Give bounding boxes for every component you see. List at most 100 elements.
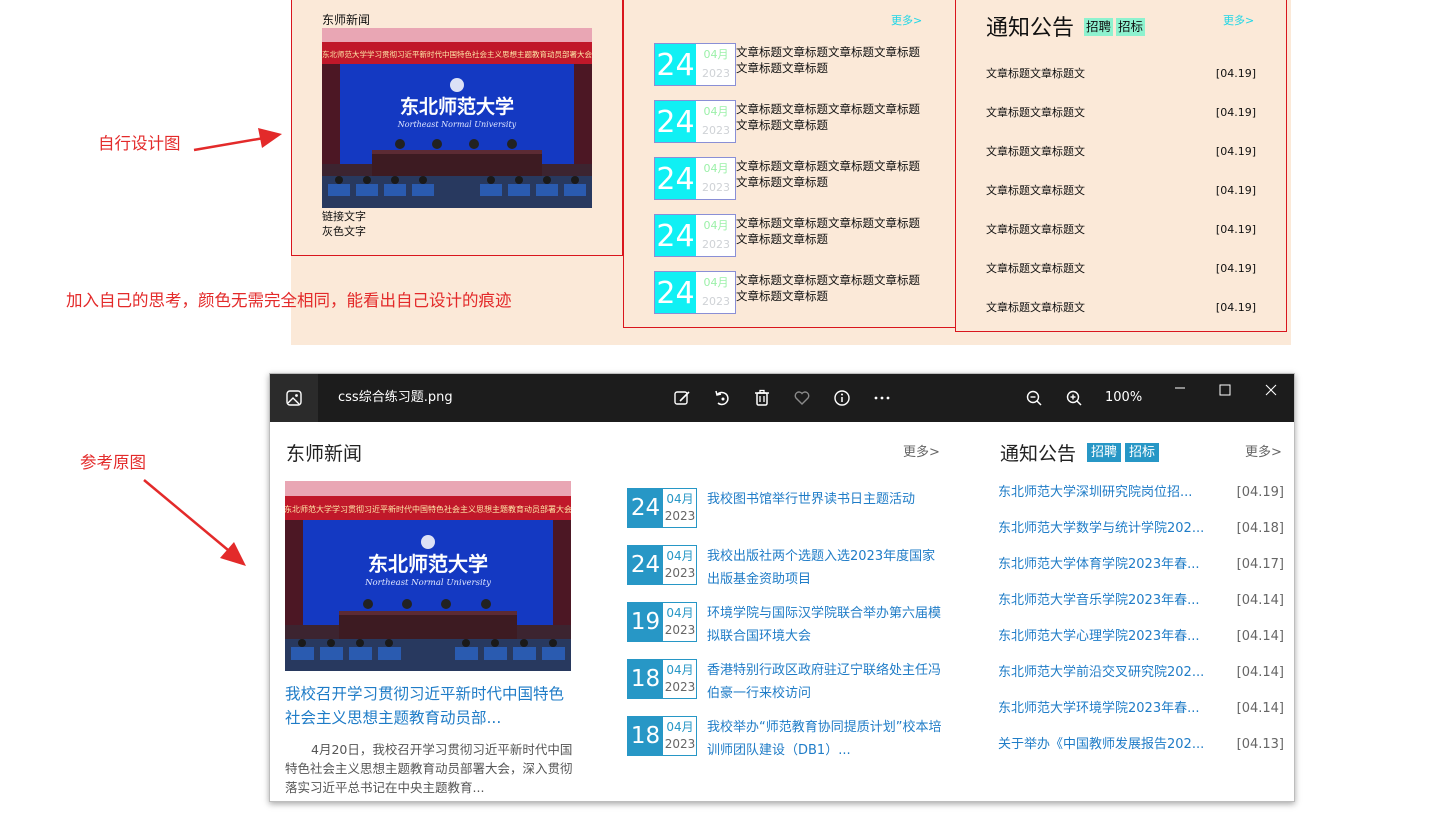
date-month: 04月 (666, 549, 694, 563)
design-notice-more-link[interactable]: 更多> (1223, 12, 1254, 28)
notice-title-link[interactable]: 东北师范大学前沿交叉研究院202... (998, 663, 1220, 683)
article-item[interactable]: 18 04月 2023 我校举办“师范教育协同提质计划”校本培训师团队建设（DB… (627, 716, 957, 758)
trash-icon (755, 389, 769, 406)
notice-row[interactable]: 东北师范大学心理学院2023年春... [04.14] (998, 627, 1284, 647)
design-date-box: 24 04月 2023 (654, 43, 736, 86)
date-box: 18 04月 2023 (627, 716, 697, 756)
article-item[interactable]: 24 04月 2023 我校图书馆举行世界读书日主题活动 (627, 488, 957, 530)
info-button[interactable] (830, 386, 854, 410)
notice-title-link[interactable]: 东北师范大学体育学院2023年春... (998, 555, 1220, 575)
notice-title-link[interactable]: 东北师范大学数学与统计学院202... (998, 519, 1220, 539)
design-article-title[interactable]: 文章标题文章标题文章标题文章标题文章标题文章标题 (736, 215, 926, 247)
notice-row[interactable]: 东北师范大学前沿交叉研究院202... [04.14] (998, 663, 1284, 683)
article-item[interactable]: 24 04月 2023 我校出版社两个选题入选2023年度国家出版基金资助项目 (627, 545, 957, 587)
design-notice-title-text[interactable]: 文章标题文章标题文 (986, 184, 1085, 197)
notice-row[interactable]: 东北师范大学环境学院2023年春... [04.14] (998, 699, 1284, 719)
edit-image-icon (674, 391, 690, 405)
news-section-title: 东师新闻 (286, 443, 363, 465)
design-article-item[interactable]: 24 04月 2023 文章标题文章标题文章标题文章标题文章标题文章标题 (654, 157, 954, 201)
date-year: 2023 (664, 623, 696, 637)
design-date-year: 2023 (702, 295, 730, 308)
design-date-month: 04月 (703, 48, 729, 61)
design-date-month: 04月 (703, 219, 729, 232)
maximize-button[interactable] (1213, 378, 1237, 402)
design-article-title[interactable]: 文章标题文章标题文章标题文章标题文章标题文章标题 (736, 44, 926, 76)
design-article-title[interactable]: 文章标题文章标题文章标题文章标题文章标题文章标题 (736, 158, 926, 190)
design-article-item[interactable]: 24 04月 2023 文章标题文章标题文章标题文章标题文章标题文章标题 (654, 214, 954, 258)
design-notice-date: [04.19] (1215, 262, 1256, 275)
article-item[interactable]: 18 04月 2023 香港特别行政区政府驻辽宁联络处主任冯伯豪一行来校访问 (627, 659, 957, 701)
article-title-link[interactable]: 环境学院与国际汉学院联合举办第六届模拟联合国环境大会 (707, 602, 947, 648)
photo-banner-text: 东北师范大学学习贯彻习近平新时代中国特色社会主义思想主题教育动员部署大会 (322, 49, 592, 59)
delete-button[interactable] (750, 386, 774, 410)
favorite-button[interactable] (790, 386, 814, 410)
design-link-text[interactable]: 链接文字 (322, 209, 366, 224)
design-tag-tender[interactable]: 招标 (1116, 18, 1146, 36)
design-date-day: 24 (655, 158, 696, 199)
date-day: 18 (628, 717, 663, 755)
notice-row[interactable]: 东北师范大学音乐学院2023年春... [04.14] (998, 591, 1284, 611)
gallery-icon (286, 390, 302, 406)
design-notice-row[interactable]: 文章标题文章标题文 [04.19] (986, 261, 1256, 277)
notice-title-link[interactable]: 东北师范大学深圳研究院岗位招... (998, 483, 1220, 503)
design-article-title[interactable]: 文章标题文章标题文章标题文章标题文章标题文章标题 (736, 101, 926, 133)
viewer-gallery-button[interactable] (270, 374, 318, 422)
article-title-link[interactable]: 我校举办“师范教育协同提质计划”校本培训师团队建设（DB1）... (707, 716, 947, 762)
notice-row[interactable]: 东北师范大学体育学院2023年春... [04.17] (998, 555, 1284, 575)
tag-recruit[interactable]: 招聘 (1087, 443, 1122, 462)
zoom-level[interactable]: 100% (1105, 390, 1142, 406)
date-month: 04月 (666, 492, 694, 506)
article-item[interactable]: 19 04月 2023 环境学院与国际汉学院联合举办第六届模拟联合国环境大会 (627, 602, 957, 644)
zoom-in-button[interactable] (1062, 386, 1086, 410)
rotate-button[interactable] (710, 386, 734, 410)
design-date-month: 04月 (703, 276, 729, 289)
notice-row[interactable]: 关于举办《中国教师发展报告202... [04.13] (998, 735, 1284, 755)
edit-image-button[interactable] (670, 386, 694, 410)
news-photo[interactable]: 东北师范大学学习贯彻习近平新时代中国特色社会主义思想主题教育动员部署大会 东北师… (285, 481, 571, 671)
notice-row[interactable]: 东北师范大学数学与统计学院202... [04.18] (998, 519, 1284, 539)
design-date-year: 2023 (702, 181, 730, 194)
design-notice-title-text[interactable]: 文章标题文章标题文 (986, 106, 1085, 119)
design-notice-row[interactable]: 文章标题文章标题文 [04.19] (986, 222, 1256, 238)
notice-title-link[interactable]: 东北师范大学音乐学院2023年春... (998, 591, 1220, 611)
tag-tender[interactable]: 招标 (1125, 443, 1160, 462)
design-notice-row[interactable]: 文章标题文章标题文 [04.19] (986, 105, 1256, 121)
design-article-item[interactable]: 24 04月 2023 文章标题文章标题文章标题文章标题文章标题文章标题 (654, 43, 954, 87)
close-button[interactable] (1259, 378, 1283, 402)
design-notice-title-text[interactable]: 文章标题文章标题文 (986, 67, 1085, 80)
news-headline-link[interactable]: 我校召开学习贯彻习近平新时代中国特色社会主义思想主题教育动员部... (285, 682, 575, 730)
article-title-link[interactable]: 我校图书馆举行世界读书日主题活动 (707, 488, 947, 511)
design-articles-more-link[interactable]: 更多> (891, 12, 922, 28)
design-article-item[interactable]: 24 04月 2023 文章标题文章标题文章标题文章标题文章标题文章标题 (654, 100, 954, 144)
design-notice-date: [04.19] (1215, 301, 1256, 314)
design-notice-row[interactable]: 文章标题文章标题文 [04.19] (986, 66, 1256, 82)
news-more-link[interactable]: 更多> (903, 445, 940, 461)
design-notice-title-text[interactable]: 文章标题文章标题文 (986, 145, 1085, 158)
design-notice-title-text[interactable]: 文章标题文章标题文 (986, 223, 1085, 236)
photo-school-en: Northeast Normal University (397, 120, 517, 129)
design-notice-title-text[interactable]: 文章标题文章标题文 (986, 301, 1085, 314)
design-notice-row[interactable]: 文章标题文章标题文 [04.19] (986, 183, 1256, 199)
news-summary: 4月20日，我校召开学习贯彻习近平新时代中国特色社会主义思想主题教育动员部署大会… (285, 742, 573, 795)
design-date-box: 24 04月 2023 (654, 214, 736, 257)
design-article-item[interactable]: 24 04月 2023 文章标题文章标题文章标题文章标题文章标题文章标题 (654, 271, 954, 315)
date-year: 2023 (664, 680, 696, 694)
notice-title-link[interactable]: 东北师范大学环境学院2023年春... (998, 699, 1220, 719)
design-notice-row[interactable]: 文章标题文章标题文 [04.19] (986, 300, 1256, 316)
minimize-button[interactable] (1168, 376, 1192, 400)
zoom-out-button[interactable] (1022, 386, 1046, 410)
notice-title-link[interactable]: 关于举办《中国教师发展报告202... (998, 735, 1220, 755)
notice-row[interactable]: 东北师范大学深圳研究院岗位招... [04.19] (998, 483, 1284, 503)
ellipsis-icon (874, 396, 890, 400)
notice-title-link[interactable]: 东北师范大学心理学院2023年春... (998, 627, 1220, 647)
design-tag-recruit[interactable]: 招聘 (1084, 18, 1114, 36)
article-title-link[interactable]: 我校出版社两个选题入选2023年度国家出版基金资助项目 (707, 545, 947, 591)
notice-more-link[interactable]: 更多> (1245, 445, 1282, 461)
notice-date: [04.14] (1236, 629, 1284, 644)
design-article-title[interactable]: 文章标题文章标题文章标题文章标题文章标题文章标题 (736, 272, 926, 304)
design-notice-title-text[interactable]: 文章标题文章标题文 (986, 262, 1085, 275)
design-notice-row[interactable]: 文章标题文章标题文 [04.19] (986, 144, 1256, 160)
more-options-button[interactable] (870, 386, 894, 410)
zoom-out-icon (1026, 390, 1042, 406)
article-title-link[interactable]: 香港特别行政区政府驻辽宁联络处主任冯伯豪一行来校访问 (707, 659, 947, 705)
